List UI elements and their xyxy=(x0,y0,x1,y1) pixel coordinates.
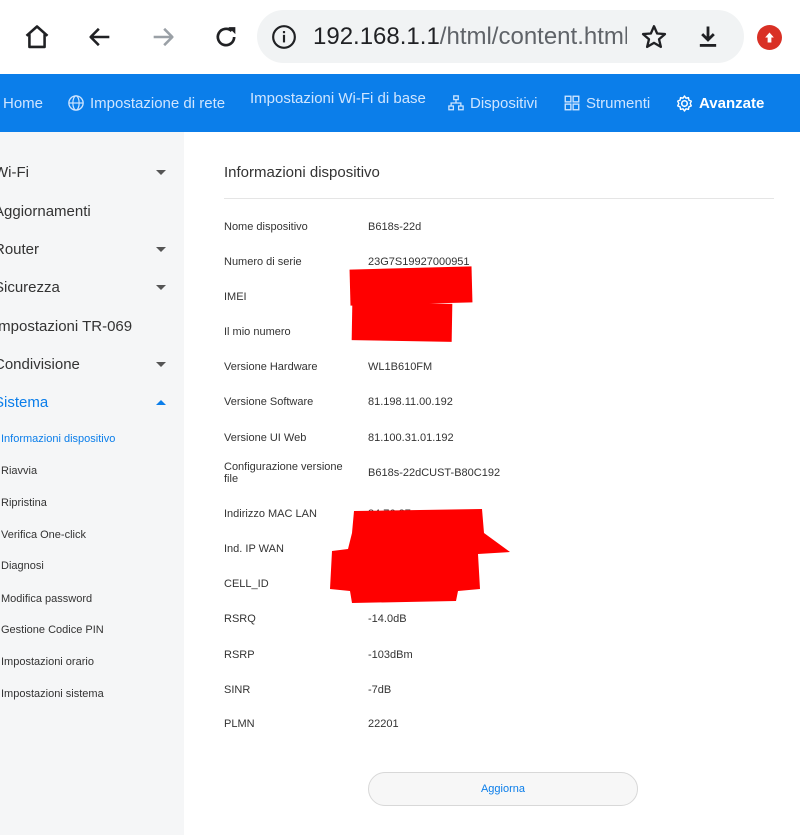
gear-icon xyxy=(676,94,693,112)
info-label: RSRQ xyxy=(224,613,256,625)
refresh-button[interactable]: Aggiorna xyxy=(368,772,638,806)
info-value: -14.0dB xyxy=(368,613,407,625)
download-icon[interactable] xyxy=(694,23,722,51)
sidebar-subitem-device-info[interactable]: Informazioni dispositivo xyxy=(1,431,115,447)
nav-home[interactable]: Home xyxy=(3,74,43,132)
info-label: IMEI xyxy=(224,291,247,303)
title-divider xyxy=(224,198,774,199)
nav-devices-label: Dispositivi xyxy=(470,94,538,112)
redaction-mark xyxy=(351,302,453,342)
info-label: Il mio numero xyxy=(224,326,291,338)
sidebar-item-updates[interactable]: Aggiornamenti xyxy=(0,200,174,224)
tools-icon xyxy=(564,95,580,111)
nav-network-settings[interactable]: Impostazione di rete xyxy=(67,74,225,132)
reload-icon[interactable] xyxy=(208,19,244,55)
info-label: RSRP xyxy=(224,649,255,661)
info-value: 81.100.31.01.192 xyxy=(368,432,454,444)
info-label: Versione Hardware xyxy=(224,361,318,373)
nav-wifi-settings-label: Impostazioni Wi-Fi di base xyxy=(250,89,426,107)
info-label: Versione Software xyxy=(224,396,314,408)
sidebar-item-router[interactable]: Router xyxy=(0,238,174,262)
sidebar-item-label: Sistema xyxy=(0,394,49,411)
sidebar-item-system[interactable]: Sistema xyxy=(0,391,174,415)
sidebar-item-label: Router xyxy=(0,241,40,258)
sidebar-subitem-diagnosis[interactable]: Diagnosi xyxy=(1,558,44,574)
chevron-down-icon xyxy=(156,247,166,252)
chevron-down-icon xyxy=(156,362,166,367)
sidebar-subitem-system-settings[interactable]: Impostazioni sistema xyxy=(1,686,104,702)
redaction-mark xyxy=(349,266,473,306)
devices-icon xyxy=(448,95,464,111)
chevron-down-icon xyxy=(156,285,166,290)
chevron-up-icon xyxy=(156,400,166,405)
nav-advanced-label: Avanzate xyxy=(699,94,765,112)
home-icon[interactable] xyxy=(19,19,55,55)
nav-tools-label: Strumenti xyxy=(586,94,651,112)
info-label: Versione UI Web xyxy=(224,432,307,444)
globe-icon xyxy=(68,95,84,111)
sidebar: Wi-Fi Aggiornamenti Router Sicurezza Imp… xyxy=(0,132,184,835)
sidebar-subitem-change-password[interactable]: Modifica password xyxy=(1,591,92,607)
address-bar[interactable]: 192.168.1.1/html/content.html xyxy=(257,10,744,63)
top-navigation: Home Impostazione di rete Impostazioni W… xyxy=(0,74,800,132)
nav-wifi-settings[interactable]: Impostazioni Wi-Fi di base xyxy=(250,69,426,127)
back-icon[interactable] xyxy=(82,19,118,55)
sidebar-item-sharing[interactable]: Condivisione xyxy=(0,353,174,377)
info-label: SINR xyxy=(224,684,251,696)
chevron-down-icon xyxy=(156,170,166,175)
url-path: /html/content.html xyxy=(439,23,627,50)
nav-advanced[interactable]: Avanzate xyxy=(675,74,764,132)
nav-devices[interactable]: Dispositivi xyxy=(447,74,538,132)
sidebar-item-label: Wi-Fi xyxy=(0,164,29,181)
info-value: WL1B610FM xyxy=(368,361,433,373)
info-value: 22201 xyxy=(368,718,399,730)
info-label: Numero di serie xyxy=(224,256,302,268)
sidebar-subitem-one-click-check[interactable]: Verifica One-click xyxy=(1,527,86,543)
info-label: Nome dispositivo xyxy=(224,221,308,233)
forward-icon[interactable] xyxy=(145,19,181,55)
info-value: 81.198.11.00.192 xyxy=(368,396,453,408)
redaction-mark xyxy=(330,509,510,603)
update-icon[interactable] xyxy=(757,25,782,50)
sidebar-subitem-reset[interactable]: Ripristina xyxy=(1,495,47,511)
browser-toolbar: 192.168.1.1/html/content.html xyxy=(0,0,800,74)
info-value: B618s-22d xyxy=(368,221,422,233)
sidebar-item-label: Sicurezza xyxy=(0,279,60,296)
nav-tools[interactable]: Strumenti xyxy=(563,74,650,132)
page-title: Informazioni dispositivo xyxy=(224,164,380,181)
sidebar-item-label: Impostazioni TR-069 xyxy=(0,318,133,335)
sidebar-subitem-pin-management[interactable]: Gestione Codice PIN xyxy=(1,622,104,638)
sidebar-item-wifi[interactable]: Wi-Fi xyxy=(0,161,174,185)
url-text[interactable]: 192.168.1.1/html/content.html xyxy=(313,22,627,52)
info-value: -103dBm xyxy=(368,649,413,661)
sidebar-subitem-reboot[interactable]: Riavvia xyxy=(1,463,37,479)
url-host: 192.168.1.1 xyxy=(313,23,440,50)
nav-network-settings-label: Impostazione di rete xyxy=(90,94,226,112)
info-icon[interactable] xyxy=(271,24,297,50)
sidebar-item-tr069[interactable]: Impostazioni TR-069 xyxy=(0,315,174,339)
info-label: Configurazione versione file xyxy=(224,461,343,485)
info-value: B618s-22dCUST-B80C192 xyxy=(368,467,501,479)
info-label: PLMN xyxy=(224,718,255,730)
bookmark-star-icon[interactable] xyxy=(640,23,668,51)
sidebar-subitem-time-settings[interactable]: Impostazioni orario xyxy=(1,654,94,670)
info-value: -7dB xyxy=(368,684,392,696)
nav-home-label: Home xyxy=(3,94,44,112)
sidebar-item-label: Condivisione xyxy=(0,356,80,373)
sidebar-item-label: Aggiornamenti xyxy=(0,203,91,220)
sidebar-item-security[interactable]: Sicurezza xyxy=(0,276,174,300)
